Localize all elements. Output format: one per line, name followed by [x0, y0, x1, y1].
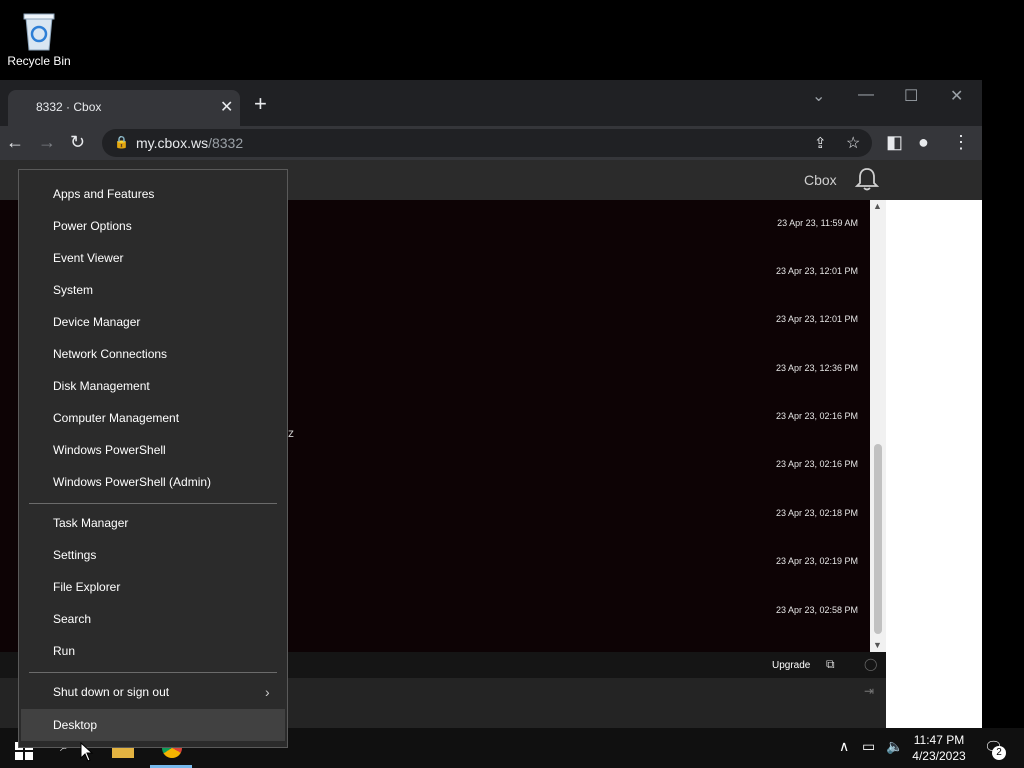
menu-item-computer-management[interactable]: Computer Management	[19, 402, 287, 434]
message-text-fragment: z	[288, 426, 294, 440]
menu-item-apps-and-features[interactable]: Apps and Features	[19, 178, 287, 210]
browser-toolbar: ← → ↻ 🔒 my.cbox.ws/8332 ⇪ ☆ ◧ ● ⋮	[0, 126, 982, 160]
browser-tab[interactable]: 8332 · Cbox ✕	[8, 90, 240, 126]
menu-item-search[interactable]: Search	[19, 603, 287, 635]
menu-item-event-viewer[interactable]: Event Viewer	[19, 242, 287, 274]
message-timestamp: 23 Apr 23, 02:18 PM	[775, 508, 858, 518]
menu-item-run[interactable]: Run	[19, 635, 287, 667]
recycle-bin-graphic	[21, 10, 57, 52]
menu-item-desktop[interactable]: Desktop	[21, 709, 285, 741]
profile-icon[interactable]: ●	[918, 132, 929, 153]
message-timestamp: 23 Apr 23, 12:36 PM	[775, 363, 858, 373]
reload-icon[interactable]: ↻	[70, 132, 85, 153]
tab-close-icon[interactable]: ✕	[220, 97, 233, 117]
menu-item-power-options[interactable]: Power Options	[19, 210, 287, 242]
winx-context-menu: Apps and Features Power Options Event Vi…	[18, 169, 288, 748]
menu-separator	[29, 672, 277, 673]
back-icon[interactable]: ←	[6, 132, 24, 153]
url-path: /8332	[208, 135, 244, 151]
lock-icon[interactable]: 🔒	[114, 135, 129, 149]
menu-item-windows-powershell-admin[interactable]: Windows PowerShell (Admin)	[19, 466, 287, 498]
menu-item-device-manager[interactable]: Device Manager	[19, 306, 287, 338]
new-tab-button[interactable]: +	[254, 93, 267, 115]
forward-icon[interactable]: →	[38, 132, 56, 153]
cbox-brand: Cbox	[804, 172, 837, 188]
clock-date: 4/23/2023	[912, 749, 966, 763]
chevron-up-icon[interactable]: ∧	[839, 738, 849, 755]
scroll-up-icon[interactable]: ▲	[873, 201, 882, 211]
menu-item-label: Shut down or sign out	[53, 685, 170, 699]
menu-item-shut-down-or-sign-out[interactable]: Shut down or sign out ›	[19, 676, 287, 708]
side-panel-icon[interactable]: ◧	[886, 132, 903, 153]
network-icon[interactable]: ▭	[862, 738, 875, 755]
url-text: my.cbox.ws/8332	[136, 135, 243, 151]
message-timestamp: 23 Apr 23, 12:01 PM	[775, 314, 858, 324]
clock-time: 11:47 PM	[913, 733, 965, 747]
bell-icon[interactable]	[854, 166, 880, 192]
message-timestamp: 23 Apr 23, 02:16 PM	[775, 411, 858, 421]
share-icon[interactable]: ⇪	[814, 134, 827, 152]
maximize-button[interactable]: ☐	[904, 86, 918, 106]
minimize-button[interactable]: —	[858, 86, 874, 104]
recycle-bin-label: Recycle Bin	[7, 54, 71, 68]
tab-title: 8332 · Cbox	[36, 100, 102, 114]
tab-strip: 8332 · Cbox ✕ + ⌄ — ☐ ✕	[0, 80, 982, 126]
scrollbar-thumb[interactable]	[874, 444, 882, 634]
scroll-down-icon[interactable]: ▼	[873, 640, 882, 650]
chat-scrollbar[interactable]: ▲ ▼	[870, 200, 886, 652]
menu-item-network-connections[interactable]: Network Connections	[19, 338, 287, 370]
menu-item-file-explorer[interactable]: File Explorer	[19, 571, 287, 603]
menu-item-system[interactable]: System	[19, 274, 287, 306]
mouse-cursor-icon	[80, 742, 94, 762]
message-timestamp: 23 Apr 23, 02:58 PM	[775, 605, 858, 615]
popout-icon[interactable]: ⧉	[826, 657, 835, 672]
address-bar[interactable]: 🔒 my.cbox.ws/8332 ⇪ ☆	[102, 129, 872, 157]
message-timestamp: 23 Apr 23, 11:59 AM	[777, 218, 858, 228]
taskbar-clock[interactable]: 11:47 PM 4/23/2023	[904, 732, 974, 764]
menu-separator	[29, 503, 277, 504]
volume-icon[interactable]: 🔈	[886, 738, 903, 755]
status-circle-icon: ◯	[864, 657, 878, 671]
recycle-bin-icon[interactable]: Recycle Bin	[4, 6, 74, 68]
upgrade-link[interactable]: Upgrade	[772, 660, 810, 671]
bookmark-star-icon[interactable]: ☆	[846, 133, 860, 153]
chevron-right-icon: ›	[265, 684, 270, 700]
login-icon[interactable]: ⇥	[864, 684, 874, 698]
menu-item-task-manager[interactable]: Task Manager	[19, 507, 287, 539]
url-host: my.cbox.ws	[136, 135, 209, 151]
menu-item-settings[interactable]: Settings	[19, 539, 287, 571]
notification-badge: 2	[992, 746, 1006, 760]
message-timestamp: 23 Apr 23, 02:16 PM	[775, 459, 858, 469]
menu-kebab-icon[interactable]: ⋮	[952, 132, 970, 153]
menu-item-windows-powershell[interactable]: Windows PowerShell	[19, 434, 287, 466]
close-window-button[interactable]: ✕	[950, 86, 963, 106]
message-timestamp: 23 Apr 23, 12:01 PM	[775, 266, 858, 276]
tab-search-icon[interactable]: ⌄	[812, 86, 825, 106]
message-timestamp: 23 Apr 23, 02:19 PM	[775, 556, 858, 566]
menu-item-disk-management[interactable]: Disk Management	[19, 370, 287, 402]
